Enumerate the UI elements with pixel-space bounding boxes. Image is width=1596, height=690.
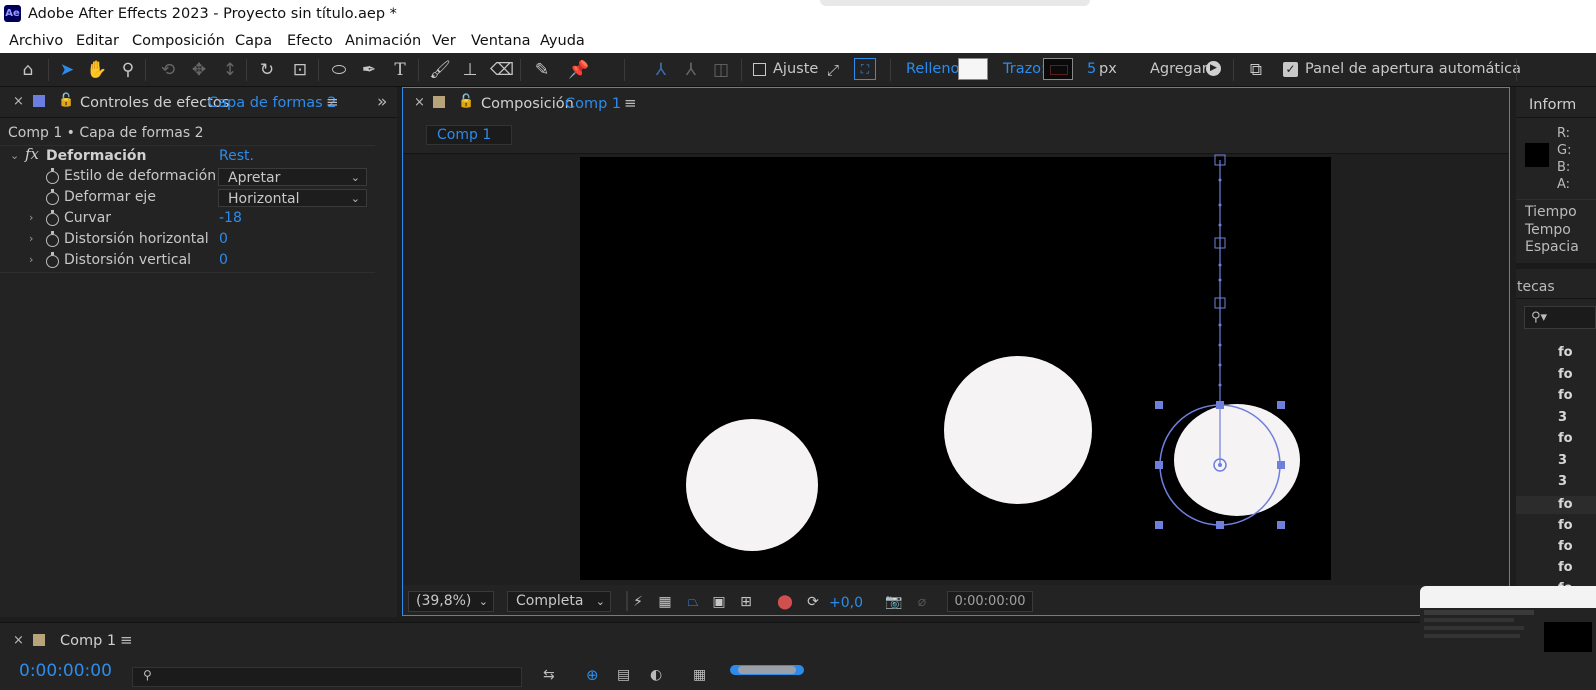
search-icon: ⚲ bbox=[143, 668, 152, 682]
motion-blur-icon[interactable]: ▤ bbox=[617, 667, 630, 683]
window-thumbnail-preview[interactable] bbox=[1420, 586, 1596, 689]
info-line: Tiempo bbox=[1525, 204, 1577, 220]
warped-shape[interactable] bbox=[1174, 404, 1300, 516]
circle-shape-1[interactable] bbox=[686, 419, 818, 551]
timeline-panel: × Comp 1 ≡ 0:00:00:00 ⚲ ⇆ ⊕ ▤ ◐ ▦ bbox=[0, 622, 1596, 690]
color-swatch bbox=[1525, 143, 1549, 167]
info-g: G: bbox=[1557, 143, 1572, 158]
circle-shape-2[interactable] bbox=[944, 356, 1092, 504]
graph-editor-icon[interactable]: ▦ bbox=[693, 667, 706, 683]
info-line: Tempo bbox=[1525, 222, 1571, 238]
info-b: B: bbox=[1557, 160, 1571, 175]
comp-flowchart-icon[interactable]: ⇆ bbox=[543, 667, 555, 683]
library-item-icon[interactable]: 3 bbox=[1558, 454, 1568, 468]
library-item-icon[interactable]: fo bbox=[1558, 346, 1573, 360]
close-icon[interactable]: × bbox=[13, 633, 24, 648]
comp-shapes bbox=[686, 154, 1300, 551]
panel-color-icon bbox=[33, 634, 45, 646]
library-item-icon[interactable]: fo bbox=[1558, 368, 1573, 382]
library-item-icon[interactable]: 3 bbox=[1558, 411, 1568, 425]
work-area-bar[interactable] bbox=[730, 665, 804, 675]
timeline-tab[interactable]: Comp 1 bbox=[60, 633, 116, 649]
library-item-icon[interactable]: fo bbox=[1558, 540, 1573, 554]
right-panel: Inform R: G: B: A: Tiempo Tempo Espacia … bbox=[1516, 87, 1596, 617]
library-item-icon[interactable]: fo bbox=[1558, 519, 1573, 533]
libraries-panel-title[interactable]: tecas bbox=[1517, 279, 1555, 295]
library-search-icon[interactable]: ⚲▾ bbox=[1524, 306, 1596, 329]
library-item-icon[interactable]: 3 bbox=[1558, 475, 1568, 489]
info-a: A: bbox=[1557, 177, 1571, 192]
panel-menu-icon[interactable]: ≡ bbox=[120, 631, 133, 649]
timeline-timecode[interactable]: 0:00:00:00 bbox=[19, 661, 112, 681]
draft-3d-icon[interactable]: ⊕ bbox=[586, 666, 599, 684]
library-item-icon[interactable]: fo bbox=[1558, 498, 1573, 512]
hide-shy-icon[interactable]: ◐ bbox=[650, 667, 662, 683]
library-item-icon[interactable]: fo bbox=[1558, 561, 1573, 575]
library-item-icon[interactable]: fo bbox=[1558, 389, 1573, 403]
layer-search-input[interactable]: ⚲ bbox=[132, 667, 522, 687]
info-line: Espacia bbox=[1525, 239, 1579, 255]
info-r: R: bbox=[1557, 126, 1571, 141]
library-item-icon[interactable]: fo bbox=[1558, 432, 1573, 446]
info-panel-title[interactable]: Inform bbox=[1529, 97, 1576, 113]
